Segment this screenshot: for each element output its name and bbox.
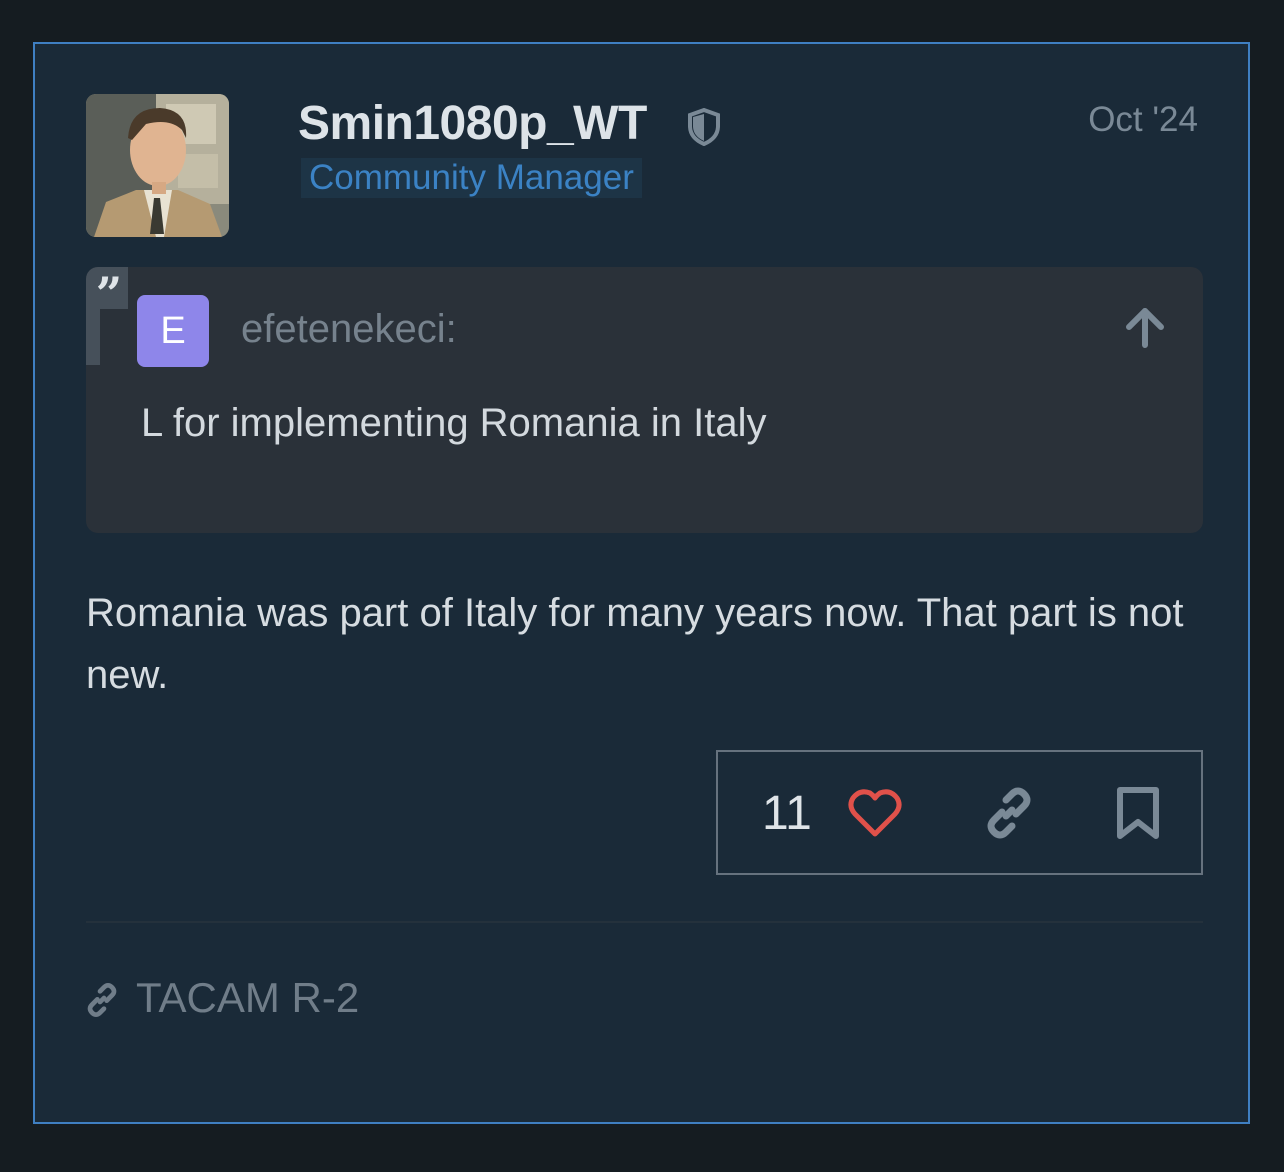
quote-icon: ”	[86, 267, 128, 321]
arrow-up-icon[interactable]	[1123, 305, 1167, 349]
post-actions: 11	[716, 750, 1203, 875]
post-body: Romania was part of Italy for many years…	[86, 591, 1184, 697]
post-username[interactable]: Smin1080p_WT	[298, 96, 647, 151]
link-icon	[87, 983, 117, 1017]
linked-topic-title[interactable]: TACAM R-2	[136, 974, 359, 1022]
user-title-badge[interactable]: Community Manager	[301, 158, 642, 198]
quoted-text: L for implementing Romania in Italy	[141, 401, 767, 445]
forum-post: Smin1080p_WT Community Manager Oct '24 ”…	[33, 42, 1250, 1124]
quoted-user-avatar[interactable]: E	[137, 295, 209, 367]
quote-bar	[86, 309, 100, 365]
heart-icon[interactable]	[848, 788, 902, 838]
quoted-username[interactable]: efetenekeci:	[241, 307, 457, 352]
link-icon[interactable]	[982, 786, 1036, 840]
post-date[interactable]: Oct '24	[1088, 100, 1198, 140]
divider	[86, 921, 1203, 923]
quote-block: ” E efetenekeci: L for implementing Roma…	[86, 267, 1203, 533]
user-avatar[interactable]	[86, 94, 229, 237]
bookmark-icon[interactable]	[1116, 786, 1160, 840]
shield-icon	[688, 108, 720, 146]
like-count[interactable]: 11	[762, 786, 812, 841]
